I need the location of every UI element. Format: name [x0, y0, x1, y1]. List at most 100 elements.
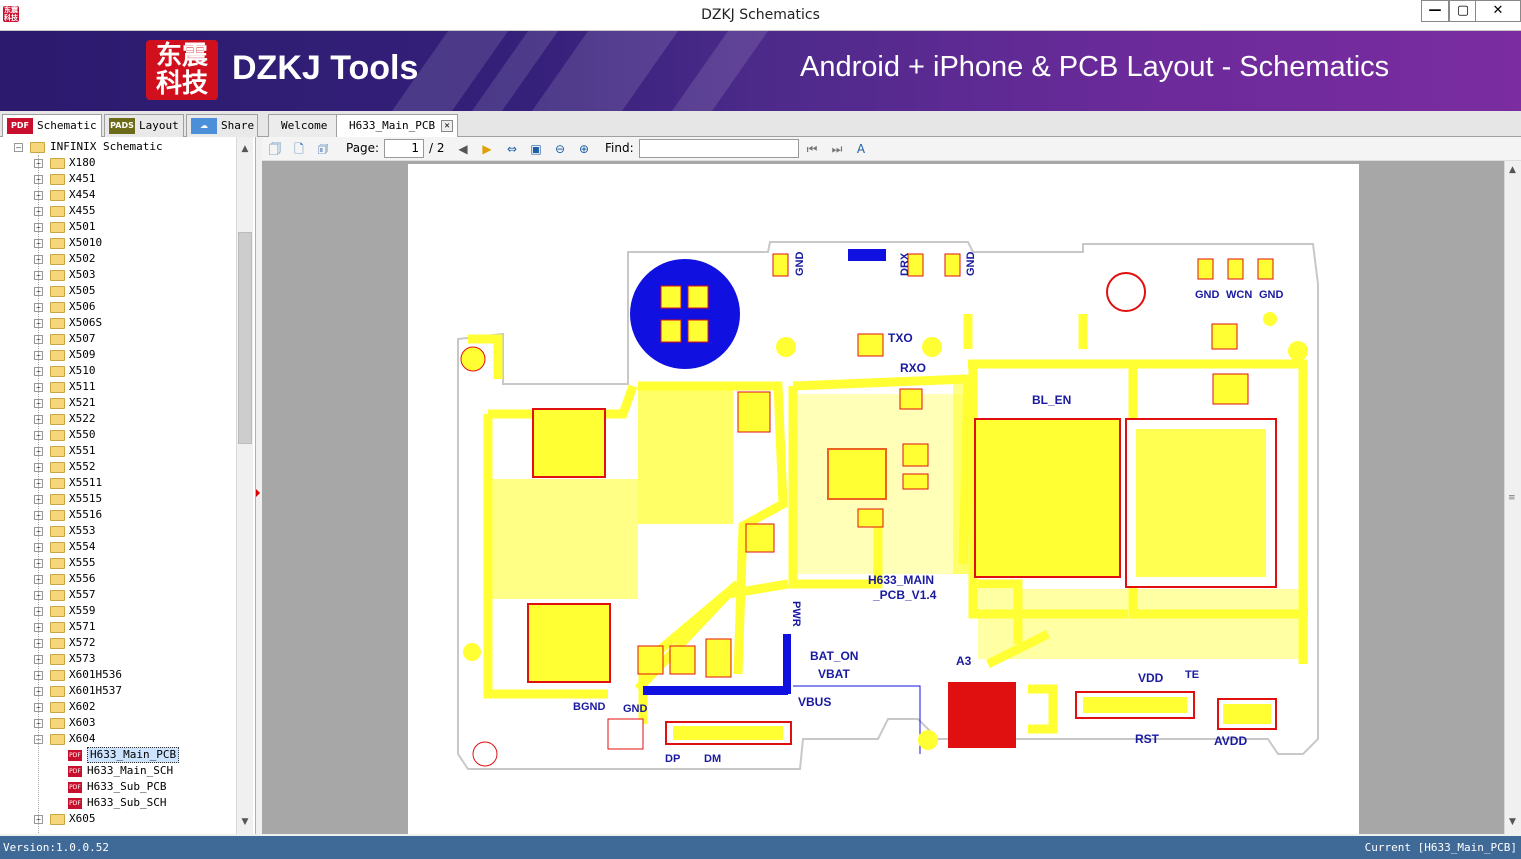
- tree-folder-x5010[interactable]: + X5010: [0, 235, 236, 251]
- folder-icon: [50, 478, 65, 489]
- tree-folder-x454[interactable]: + X454: [0, 187, 236, 203]
- scroll-grip-icon[interactable]: ≡: [1508, 493, 1516, 503]
- tree-folder-x603[interactable]: + X603: [0, 715, 236, 731]
- tree-folder-x572[interactable]: + X572: [0, 635, 236, 651]
- tab-schematic[interactable]: PDF Schematic: [2, 114, 102, 138]
- collapse-icon[interactable]: –: [14, 143, 23, 152]
- tree-folder-label: X572: [69, 636, 96, 649]
- tree-folder-x550[interactable]: + X550: [0, 427, 236, 443]
- tab-layout[interactable]: PADS Layout: [104, 114, 184, 137]
- document-canvas[interactable]: GND DRX GND GND WCN GND TXO RXO BL_EN H6…: [262, 161, 1504, 834]
- folder-icon: [50, 622, 65, 633]
- fit-width-icon[interactable]: ⇔: [503, 140, 521, 158]
- next-page-icon[interactable]: ▶: [478, 140, 496, 158]
- tree-scrollbar[interactable]: ▲ ▼: [236, 137, 253, 834]
- highlight-icon[interactable]: A: [852, 140, 870, 158]
- label-drx: DRX: [899, 252, 911, 276]
- maximize-button[interactable]: ▢: [1449, 0, 1477, 22]
- tree-folder-x604[interactable]: – X604: [0, 731, 236, 747]
- close-button[interactable]: ✕: [1475, 0, 1521, 22]
- tree-file-h633-main-pcb[interactable]: PDF H633_Main_PCB: [0, 747, 236, 763]
- tree-folder-label: X511: [69, 380, 96, 393]
- zoom-out-icon[interactable]: ⊖: [551, 140, 569, 158]
- scroll-down-icon[interactable]: ▼: [237, 814, 253, 830]
- title-bar: 东震科技 DZKJ Schematics — ▢ ✕: [0, 0, 1521, 31]
- scroll-up-icon[interactable]: ▲: [1509, 165, 1516, 175]
- fit-page-icon[interactable]: ▣: [527, 140, 545, 158]
- doc-tab-h633-main-pcb[interactable]: H633_Main_PCB ✕: [336, 114, 459, 138]
- folder-icon: [50, 270, 65, 281]
- zoom-in-icon[interactable]: ⊕: [575, 140, 593, 158]
- tree-folder-x502[interactable]: + X502: [0, 251, 236, 267]
- folder-icon: [50, 590, 65, 601]
- tree-folder-x505[interactable]: + X505: [0, 283, 236, 299]
- tree-folder-x605[interactable]: + X605: [0, 811, 236, 827]
- tree-folder-x503[interactable]: + X503: [0, 267, 236, 283]
- tree-folder-x554[interactable]: + X554: [0, 539, 236, 555]
- scroll-up-icon[interactable]: ▲: [237, 141, 253, 157]
- tree-folder-x506[interactable]: + X506: [0, 299, 236, 315]
- doc-tab-welcome-label: Welcome: [281, 119, 328, 132]
- find-next-icon[interactable]: ⏭: [828, 140, 846, 158]
- page-total: / 2: [429, 141, 445, 155]
- tree-folder-label: X559: [69, 604, 96, 617]
- tree-folder-label: X553: [69, 524, 96, 537]
- paste-icon[interactable]: 🗊: [314, 140, 332, 158]
- tree-file-h633-sub-pcb[interactable]: PDF H633_Sub_PCB: [0, 779, 236, 795]
- tree-folder-x553[interactable]: + X553: [0, 523, 236, 539]
- tree-folder-x552[interactable]: + X552: [0, 459, 236, 475]
- tree-scroll-thumb[interactable]: [238, 232, 252, 444]
- tree-folder-x451[interactable]: + X451: [0, 171, 236, 187]
- folder-icon: [50, 414, 65, 425]
- tree-folder-x573[interactable]: + X573: [0, 651, 236, 667]
- tree-folder-x506s[interactable]: + X506S: [0, 315, 236, 331]
- folder-icon: [50, 286, 65, 297]
- tab-share-label: Share: [221, 119, 255, 132]
- copy-icon[interactable]: 🗋: [290, 140, 308, 158]
- find-input[interactable]: [639, 139, 799, 158]
- tree-folder-x601h536[interactable]: + X601H536: [0, 667, 236, 683]
- tree-folder-x521[interactable]: + X521: [0, 395, 236, 411]
- tree-folder-x510[interactable]: + X510: [0, 363, 236, 379]
- label-dp: DP: [665, 753, 680, 765]
- tree-folder-x509[interactable]: + X509: [0, 347, 236, 363]
- open-document-icon[interactable]: 🗍: [266, 140, 284, 158]
- folder-icon: [50, 238, 65, 249]
- folder-icon: [50, 526, 65, 537]
- tree-folder-label: X503: [69, 268, 96, 281]
- tree-folder-x555[interactable]: + X555: [0, 555, 236, 571]
- tree-folder-x601h537[interactable]: + X601H537: [0, 683, 236, 699]
- scroll-down-icon[interactable]: ▼: [1509, 817, 1516, 827]
- folder-icon: [50, 174, 65, 185]
- folder-icon: [50, 654, 65, 665]
- page-number-input[interactable]: 1: [384, 139, 424, 158]
- tree-root[interactable]: – INFINIX Schematic: [0, 139, 236, 155]
- tree-folder-x180[interactable]: + X180: [0, 155, 236, 171]
- tree-folder-x507[interactable]: + X507: [0, 331, 236, 347]
- doc-tab-welcome[interactable]: Welcome: [268, 114, 341, 137]
- tree-folder-x5515[interactable]: + X5515: [0, 491, 236, 507]
- find-previous-icon[interactable]: ⏮: [803, 140, 821, 158]
- pdf-file-icon: PDF: [68, 750, 82, 761]
- tab-share[interactable]: ☁ Share: [186, 114, 258, 137]
- tree-file-h633-sub-sch[interactable]: PDF H633_Sub_SCH: [0, 795, 236, 811]
- minimize-button[interactable]: —: [1421, 0, 1449, 22]
- close-tab-icon[interactable]: ✕: [441, 120, 454, 132]
- tree-folder-x455[interactable]: + X455: [0, 203, 236, 219]
- tree-folder-x511[interactable]: + X511: [0, 379, 236, 395]
- tree-folder-x5516[interactable]: + X5516: [0, 507, 236, 523]
- tree-folder-x559[interactable]: + X559: [0, 603, 236, 619]
- tree-folder-x556[interactable]: + X556: [0, 571, 236, 587]
- label-gnd: GND: [794, 252, 806, 277]
- tree-folder-x5511[interactable]: + X5511: [0, 475, 236, 491]
- tree-folder-x571[interactable]: + X571: [0, 619, 236, 635]
- page-scrollbar[interactable]: ▲ ≡ ▼: [1504, 161, 1521, 834]
- tree-folder-x557[interactable]: + X557: [0, 587, 236, 603]
- tree-file-h633-main-sch[interactable]: PDF H633_Main_SCH: [0, 763, 236, 779]
- tree-folder-x602[interactable]: + X602: [0, 699, 236, 715]
- tree-folder-x501[interactable]: + X501: [0, 219, 236, 235]
- label-bgnd: BGND: [573, 701, 605, 713]
- tree-folder-x522[interactable]: + X522: [0, 411, 236, 427]
- tree-folder-x551[interactable]: + X551: [0, 443, 236, 459]
- prev-page-icon[interactable]: ◀: [454, 140, 472, 158]
